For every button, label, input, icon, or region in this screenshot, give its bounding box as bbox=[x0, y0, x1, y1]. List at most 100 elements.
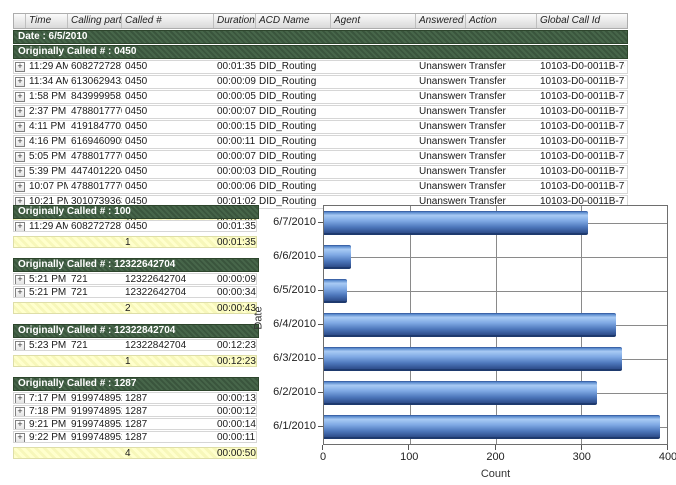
expand-icon[interactable]: + bbox=[15, 92, 25, 102]
table-rows: +11:29 AM6082727287045000:01:35DID_Routi… bbox=[13, 60, 628, 209]
expand-icon[interactable]: + bbox=[15, 137, 25, 147]
expand-icon[interactable]: + bbox=[15, 107, 25, 117]
cell-global_id: 10103-D0-0011B-772 bbox=[537, 121, 625, 133]
cell-calling: 6169460905 bbox=[68, 136, 122, 148]
table-row: +1:58 PM8439999581045000:00:05DID_Routin… bbox=[13, 90, 628, 104]
cell-answered: Unanswered bbox=[416, 181, 466, 193]
expand-icon[interactable]: + bbox=[15, 394, 25, 403]
column-header-duration[interactable]: Duration bbox=[214, 14, 256, 28]
cell-agent bbox=[331, 91, 416, 103]
cell-answered: Unanswered bbox=[416, 166, 466, 178]
summary-spacer bbox=[68, 356, 122, 366]
x-tick-label: 0 bbox=[320, 451, 326, 463]
chart-row bbox=[324, 206, 667, 240]
expand-cell: + bbox=[14, 221, 26, 231]
column-header-called-[interactable]: Called # bbox=[122, 14, 214, 28]
cell-called: 0450 bbox=[122, 91, 214, 103]
horizontal-gridline bbox=[324, 257, 667, 258]
summary-spacer bbox=[14, 448, 26, 458]
table-row: +11:29 AM6082727287045000:01:35DID_Routi… bbox=[13, 60, 628, 74]
table-row: +9:22 PM9199748952128700:00:11 bbox=[13, 431, 257, 443]
category-label: 6/4/2010 bbox=[245, 307, 323, 341]
cell-acd: DID_Routing bbox=[256, 61, 331, 73]
column-header-agent[interactable]: Agent bbox=[331, 14, 416, 28]
expand-icon[interactable]: + bbox=[15, 62, 25, 72]
cell-called: 0450 bbox=[122, 106, 214, 118]
expand-cell: + bbox=[14, 91, 26, 103]
cell-global_id: 10103-D0-0011B-774 bbox=[537, 151, 625, 163]
table-row: +11:29 AM6082727287045000:01:35 bbox=[13, 220, 257, 232]
cell-called: 0450 bbox=[122, 151, 214, 163]
x-axis-label: Count bbox=[323, 468, 668, 480]
expand-icon[interactable]: + bbox=[15, 407, 25, 416]
expand-cell: + bbox=[14, 340, 26, 350]
category-label-text: 6/6/2010 bbox=[273, 250, 316, 262]
expand-cell: + bbox=[14, 61, 26, 73]
cell-duration: 00:00:07 bbox=[214, 106, 256, 118]
cell-action: Transfer bbox=[466, 121, 537, 133]
expand-icon[interactable]: + bbox=[15, 222, 25, 231]
summary-count: 4 bbox=[122, 448, 214, 458]
expand-cell: + bbox=[14, 166, 26, 178]
cell-acd: DID_Routing bbox=[256, 121, 331, 133]
column-header-expand[interactable] bbox=[14, 14, 26, 28]
expand-icon[interactable]: + bbox=[15, 167, 25, 177]
grouped-subtable: Originally Called # : 12322842704+5:23 P… bbox=[13, 324, 259, 367]
expand-icon[interactable]: + bbox=[15, 341, 25, 350]
column-header-time[interactable]: Time bbox=[26, 14, 68, 28]
column-header-global-call-id[interactable]: Global Call Id bbox=[537, 14, 625, 28]
expand-cell: + bbox=[14, 151, 26, 163]
table-header-row: TimeCalling party #Called #DurationACD N… bbox=[13, 13, 628, 29]
column-header-calling-party-[interactable]: Calling party # bbox=[68, 14, 122, 28]
summary-spacer bbox=[68, 237, 122, 247]
expand-icon[interactable]: + bbox=[15, 182, 25, 192]
column-header-acd-name[interactable]: ACD Name bbox=[256, 14, 331, 28]
column-header-action[interactable]: Action bbox=[466, 14, 537, 28]
group-summary-row: 100:12:23 bbox=[13, 355, 257, 367]
cell-global_id: 10103-D0-0011B-773 bbox=[537, 136, 625, 148]
column-header-answered[interactable]: Answered bbox=[416, 14, 466, 28]
cell-answered: Unanswered bbox=[416, 136, 466, 148]
expand-icon[interactable]: + bbox=[15, 152, 25, 162]
cell-called: 12322842704 bbox=[122, 340, 214, 350]
x-tick-label: 100 bbox=[400, 451, 418, 463]
chart-row bbox=[324, 240, 667, 274]
cell-acd: DID_Routing bbox=[256, 181, 331, 193]
cell-action: Transfer bbox=[466, 106, 537, 118]
expand-icon[interactable]: + bbox=[15, 275, 25, 284]
cell-global_id: 10103-D0-0011B-770 bbox=[537, 91, 625, 103]
expand-icon[interactable]: + bbox=[15, 420, 25, 429]
category-label-text: 6/4/2010 bbox=[273, 318, 316, 330]
expand-icon[interactable]: + bbox=[15, 433, 25, 442]
cell-time: 7:18 PM bbox=[26, 406, 68, 416]
category-label: 6/1/2010 bbox=[245, 409, 323, 443]
expand-cell: + bbox=[14, 121, 26, 133]
expand-cell: + bbox=[14, 106, 26, 118]
cell-duration: 00:00:07 bbox=[214, 151, 256, 163]
horizontal-gridline bbox=[324, 291, 667, 292]
table-row: +5:21 PM7211232264270400:00:34 bbox=[13, 286, 257, 298]
called-group-label: Originally Called # : 1287 bbox=[18, 378, 136, 389]
x-tick-mark bbox=[581, 445, 582, 450]
cell-time: 11:34 AM bbox=[26, 76, 68, 88]
cell-time: 5:23 PM bbox=[26, 340, 68, 350]
chart-row bbox=[324, 376, 667, 410]
expand-cell: + bbox=[14, 287, 26, 297]
chart-row bbox=[324, 410, 667, 444]
group-summary-row: 100:01:35 bbox=[13, 236, 257, 248]
cell-acd: DID_Routing bbox=[256, 151, 331, 163]
cell-time: 9:21 PM bbox=[26, 419, 68, 429]
cell-calling: 4788017770 bbox=[68, 151, 122, 163]
expand-icon[interactable]: + bbox=[15, 122, 25, 132]
table-row: +7:17 PM9199748952128700:00:13 bbox=[13, 392, 257, 404]
cell-time: 1:58 PM bbox=[26, 91, 68, 103]
expand-icon[interactable]: + bbox=[15, 288, 25, 297]
cell-calling: 9199748952 bbox=[68, 419, 122, 429]
cell-called: 0450 bbox=[122, 166, 214, 178]
cell-global_id: 10103-D0-0011B-771 bbox=[537, 106, 625, 118]
expand-cell: + bbox=[14, 76, 26, 88]
table-row: +10:07 PM4788017770045000:00:06DID_Routi… bbox=[13, 180, 628, 194]
expand-icon[interactable]: + bbox=[15, 77, 25, 87]
cell-calling: 6082727287 bbox=[68, 61, 122, 73]
summary-spacer bbox=[26, 237, 68, 247]
